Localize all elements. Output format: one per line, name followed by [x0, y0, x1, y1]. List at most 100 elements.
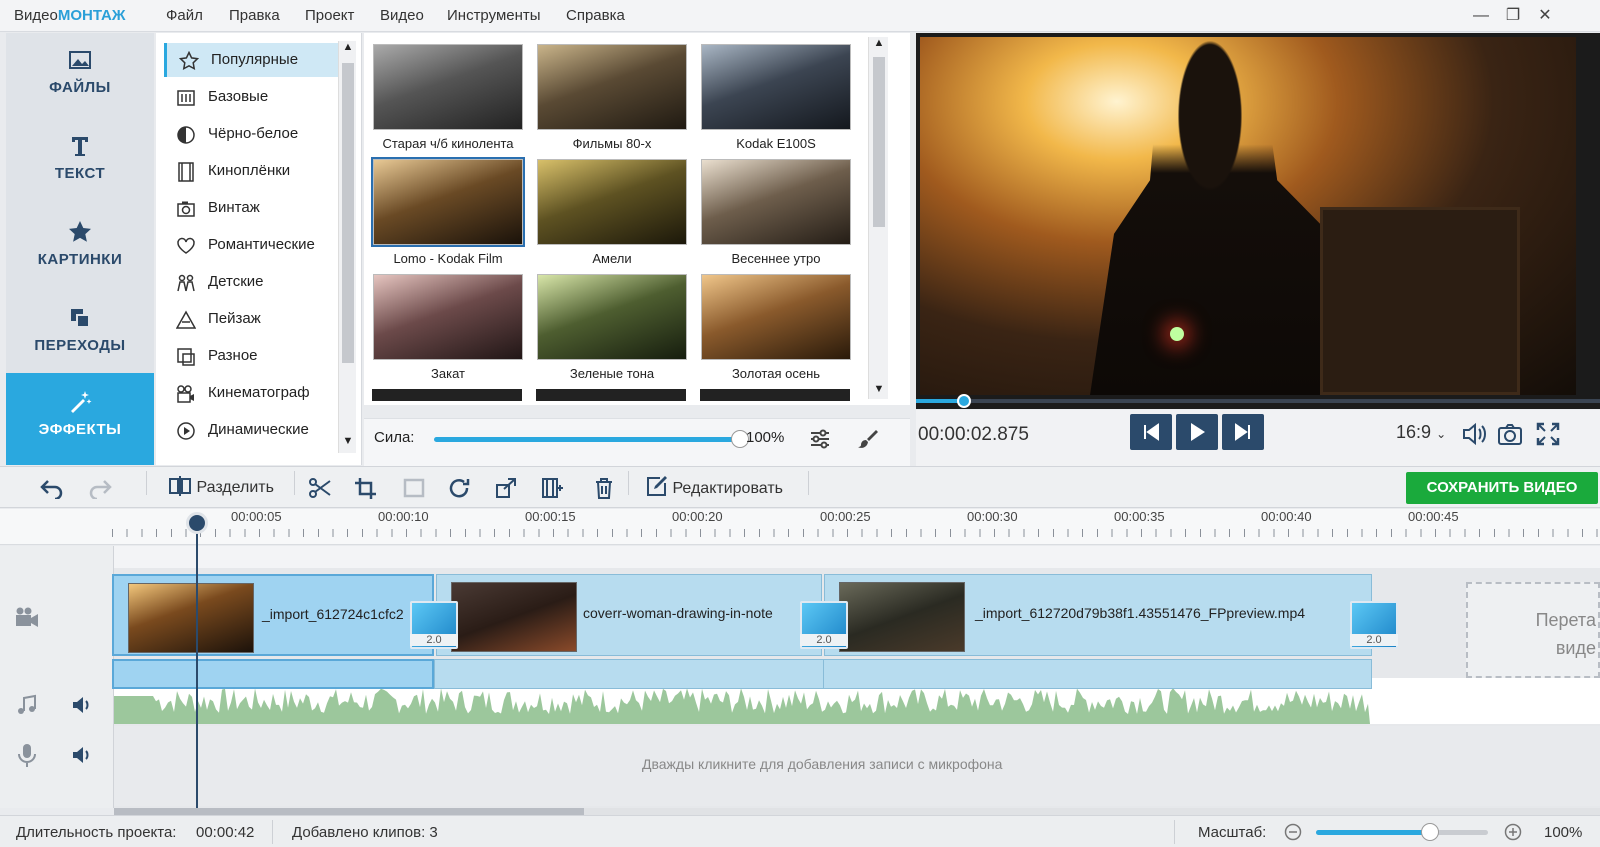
effect-categories: Популярные Базовые Чёрно-белое Киноплёнк… [156, 33, 362, 465]
add-clip-icon[interactable] [540, 477, 564, 499]
hscroll-thumb[interactable] [114, 808, 584, 815]
category-basic[interactable]: Базовые [164, 80, 344, 114]
category-kids[interactable]: Детские [164, 265, 344, 299]
category-vintage[interactable]: Винтаж [164, 191, 344, 225]
effect-thumb[interactable]: Закат [372, 273, 524, 385]
menu-file[interactable]: Файл [166, 7, 203, 24]
category-romantic[interactable]: Романтические [164, 228, 344, 262]
ruler-ticks [112, 529, 1600, 537]
undo-icon[interactable] [40, 477, 64, 499]
menu-tools[interactable]: Инструменты [447, 7, 541, 24]
effect-thumb[interactable]: Старая ч/б кинолента [372, 43, 524, 155]
prev-frame-button[interactable] [1130, 414, 1172, 450]
gallery-scrollbar[interactable]: ▲ ▼ [868, 37, 888, 399]
category-film[interactable]: Киноплёнки [164, 154, 344, 188]
effect-preview [537, 44, 687, 130]
resize-icon[interactable] [494, 477, 518, 499]
nav-pictures[interactable]: КАРТИНКИ [6, 205, 154, 289]
clip-effect-bar-selected[interactable] [112, 659, 434, 689]
category-landscape[interactable]: Пейзаж [164, 302, 344, 336]
zoom-slider[interactable] [1316, 823, 1488, 841]
film-icon [178, 162, 194, 182]
timeline-ruler[interactable]: 00:00:05 00:00:10 00:00:15 00:00:20 00:0… [0, 509, 1600, 545]
scroll-up-icon[interactable]: ▲ [869, 37, 889, 53]
strength-slider[interactable] [434, 430, 749, 448]
playback-track[interactable] [916, 394, 1600, 408]
play-circle-icon [177, 422, 195, 440]
menu-edit[interactable]: Правка [229, 7, 280, 24]
scissors-icon[interactable] [308, 477, 332, 499]
nav-files[interactable]: ФАЙЛЫ [6, 33, 154, 117]
mic-volume-icon[interactable] [70, 744, 92, 766]
scroll-down-icon[interactable]: ▼ [339, 435, 357, 451]
scroll-down-icon[interactable]: ▼ [869, 383, 889, 399]
fullscreen-icon[interactable] [1534, 420, 1562, 448]
nav-text[interactable]: ТЕКСТ [6, 119, 154, 203]
restore-icon[interactable]: ❐ [1500, 4, 1526, 28]
frame-icon[interactable] [402, 477, 426, 499]
snapshot-camera-icon[interactable] [1496, 420, 1524, 448]
title-track[interactable] [114, 546, 1600, 568]
brush-icon[interactable] [856, 427, 880, 451]
video-clip[interactable]: _import_612720d79b38f1.43551476_FPprevie… [824, 574, 1372, 656]
scroll-thumb[interactable] [873, 57, 885, 227]
nav-effects[interactable]: ЭФФЕКТЫ [6, 373, 154, 465]
crop-icon[interactable] [354, 477, 378, 499]
effect-thumb[interactable]: Весеннее утро [700, 158, 852, 270]
category-misc[interactable]: Разное [164, 339, 344, 373]
audio-volume-icon[interactable] [70, 694, 92, 716]
effect-thumb[interactable]: Kodak E100S [700, 43, 852, 155]
menu-project[interactable]: Проект [305, 7, 354, 24]
playhead-handle[interactable] [186, 512, 208, 534]
ruler-label: 00:00:20 [672, 509, 723, 524]
effect-thumb-selected[interactable]: Lomo - Kodak Film [371, 157, 525, 270]
scroll-up-icon[interactable]: ▲ [339, 41, 357, 57]
video-preview[interactable] [916, 33, 1600, 409]
minimize-icon[interactable]: — [1468, 4, 1494, 28]
rotate-icon[interactable] [448, 477, 472, 499]
timeline-playhead[interactable] [196, 520, 198, 810]
category-label: Популярные [211, 51, 299, 68]
zoom-in-icon[interactable] [1504, 823, 1522, 841]
nav-transitions[interactable]: ПЕРЕХОДЫ [6, 291, 154, 375]
menu-help[interactable]: Справка [566, 7, 625, 24]
category-cinematic[interactable]: Кинематограф [164, 376, 344, 410]
aspect-ratio-select[interactable]: 16:9 ⌄ [1396, 422, 1446, 443]
effect-thumb[interactable]: Фильмы 80-х [536, 43, 688, 155]
category-label: Пейзаж [208, 310, 261, 327]
play-button[interactable] [1176, 414, 1218, 450]
save-video-button[interactable]: СОХРАНИТЬ ВИДЕО [1406, 472, 1598, 504]
redo-icon[interactable] [88, 477, 112, 499]
category-bw[interactable]: Чёрно-белое [164, 117, 344, 151]
menu-video[interactable]: Видео [380, 7, 424, 24]
video-clip[interactable]: _import_612724c1cfc2 [112, 574, 434, 656]
ruler-label: 00:00:15 [525, 509, 576, 524]
category-dynamic[interactable]: Динамические [164, 413, 344, 447]
scroll-thumb[interactable] [342, 63, 354, 363]
drop-zone[interactable]: Перета виде [1466, 582, 1600, 678]
video-clip[interactable]: coverr-woman-drawing-in-note [436, 574, 822, 656]
zoom-knob[interactable] [1420, 823, 1439, 841]
toolbar-separator [628, 471, 629, 495]
next-frame-button[interactable] [1222, 414, 1264, 450]
edit-button[interactable]: Редактировать [646, 475, 783, 501]
clip-effect-bar[interactable] [434, 659, 1372, 689]
zoom-out-icon[interactable] [1284, 823, 1302, 841]
timeline-hscrollbar[interactable] [114, 808, 1600, 815]
category-scrollbar[interactable]: ▲ ▼ [338, 41, 356, 453]
category-label: Винтаж [208, 199, 260, 216]
category-popular[interactable]: Популярные [164, 43, 344, 77]
effect-thumb[interactable]: Золотая осень [700, 273, 852, 385]
strength-bar: Сила: 100% [364, 418, 910, 466]
effect-label: Золотая осень [731, 366, 821, 381]
volume-icon[interactable] [1460, 420, 1488, 448]
close-icon[interactable]: ✕ [1532, 4, 1558, 28]
effect-label: Зеленые тона [569, 366, 655, 381]
trash-icon[interactable] [592, 477, 616, 499]
settings-sliders-icon[interactable] [808, 427, 832, 451]
playhead-knob[interactable] [956, 394, 971, 408]
split-button[interactable]: Разделить [168, 475, 274, 501]
mic-track[interactable]: Дважды кликните для добавления записи с … [114, 726, 1600, 806]
effect-thumb[interactable]: Зеленые тона [536, 273, 688, 385]
effect-thumb[interactable]: Амели [536, 158, 688, 270]
